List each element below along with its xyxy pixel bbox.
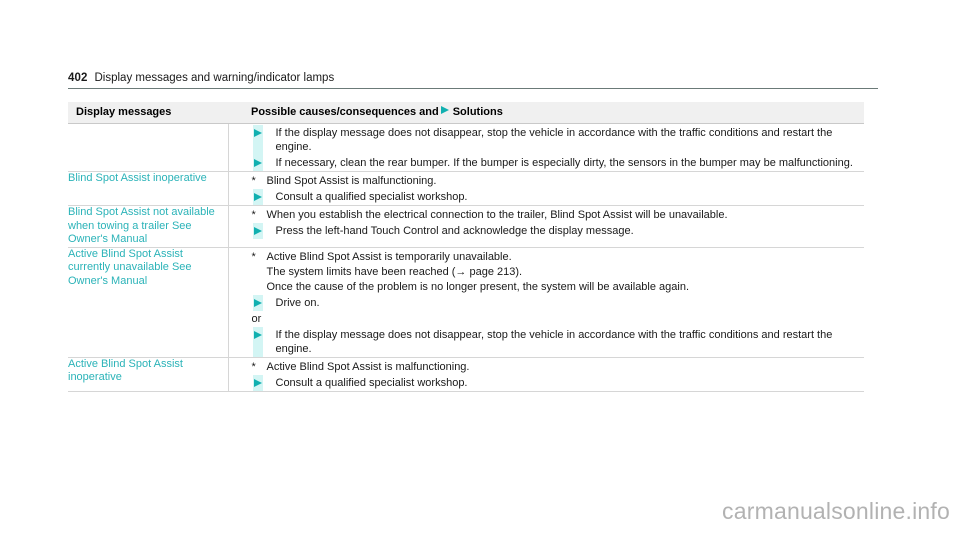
cause-item: * When you establish the electrical conne…	[229, 208, 865, 222]
solution-triangle-icon	[253, 330, 262, 339]
cause-text: Active Blind Spot Assist is temporarily …	[266, 250, 512, 263]
running-head: 402 Display messages and warning/indicato…	[68, 71, 878, 85]
column-header-causes-text: Possible causes/consequences and	[251, 106, 439, 118]
solution-triangle-icon	[253, 159, 262, 167]
causes-solutions-cell: * Active Blind Spot Assist is temporarily…	[228, 247, 865, 358]
solution-text: If the display message does not disappea…	[275, 328, 833, 355]
solution-triangle-icon	[253, 129, 262, 137]
cause-item: * Active Blind Spot Assist is temporarily…	[229, 250, 865, 264]
causes-solutions-cell: * Blind Spot Assist is malfunctioning. Con…	[228, 171, 865, 206]
solution-triangle-icon	[253, 298, 262, 307]
solution-text: Press the left-hand Touch Control and ac…	[275, 225, 634, 237]
consequence-text: Once the cause of the problem is no long…	[266, 280, 690, 293]
cause-item: * Active Blind Spot Assist is malfunction…	[229, 360, 865, 374]
header-rule	[68, 88, 878, 89]
column-header-display-messages: Display messages	[76, 106, 172, 118]
solution-text: If necessary, clean the rear bumper. If …	[275, 157, 853, 169]
display-message-cell	[68, 123, 229, 172]
solution-triangle-icon	[440, 106, 449, 114]
cause-bullet-icon: *	[251, 209, 256, 221]
solution-text: Consult a qualified specialist workshop.	[275, 376, 468, 389]
display-message-text: Blind Spot Assist inoperative	[68, 172, 207, 184]
solution-triangle-icon	[253, 227, 262, 235]
table-row: If the display message does not disappea…	[68, 123, 865, 172]
table-row: Active Blind Spot Assist currently unava…	[68, 247, 865, 358]
solution-text: Drive on.	[275, 296, 320, 309]
cause-text: Active Blind Spot Assist is malfunctioni…	[266, 360, 470, 373]
header-cell-causes: Possible causes/consequences and Solution…	[228, 102, 864, 124]
table-body: Display messages Possible causes/consequ…	[68, 102, 865, 392]
solution-item: If necessary, clean the rear bumper. If …	[229, 155, 865, 171]
page-number: 402	[68, 72, 88, 84]
solution-item: Consult a qualified specialist workshop.	[229, 374, 865, 391]
cause-bullet-icon: *	[251, 175, 256, 187]
consequence-text: The system limits have been reached (→ p…	[266, 265, 523, 278]
table-row: Blind Spot Assist not available when tow…	[68, 205, 865, 248]
solution-item: Drive on.	[229, 294, 865, 311]
cause-bullet-icon: *	[251, 250, 256, 263]
display-messages-table: Display messages Possible causes/consequ…	[68, 102, 864, 392]
display-message-text: Active Blind Spot Assist inoperative	[68, 357, 183, 384]
solution-item: Press the left-hand Touch Control and ac…	[229, 223, 865, 239]
cause-text: When you establish the electrical connec…	[266, 209, 728, 221]
manual-page: 402 Display messages and warning/indicato…	[0, 0, 960, 533]
solution-text: If the display message does not disappea…	[275, 127, 833, 153]
site-watermark: carmanualsonline.info	[722, 498, 950, 524]
cause-bullet-icon: *	[251, 360, 256, 373]
cause-text: Blind Spot Assist is malfunctioning.	[266, 175, 437, 187]
solution-text: Consult a qualified specialist workshop.	[275, 191, 468, 203]
solution-item: If the display message does not disappea…	[229, 326, 865, 357]
causes-solutions-cell: * Active Blind Spot Assist is malfunction…	[228, 357, 865, 392]
causes-solutions-cell: * When you establish the electrical conne…	[228, 205, 865, 248]
column-header-solutions-text: Solutions	[452, 106, 503, 118]
table-row: Active Blind Spot Assist inoperative * Act…	[68, 357, 865, 392]
solution-triangle-icon	[253, 193, 262, 201]
running-head-title: Display messages and warning/indicator l…	[94, 72, 335, 84]
table-header-row: Display messages Possible causes/consequ…	[68, 102, 864, 124]
display-message-text: Active Blind Spot Assist currently unava…	[68, 247, 192, 287]
display-message-cell: Blind Spot Assist inoperative	[68, 171, 229, 206]
table-row: Blind Spot Assist inoperative * Blind Spot…	[68, 171, 865, 206]
solution-item: If the display message does not disappea…	[229, 125, 865, 155]
or-separator-text: or	[251, 312, 262, 325]
display-message-cell: Blind Spot Assist not available when tow…	[68, 205, 229, 248]
header-cell-messages: Display messages	[68, 102, 228, 124]
solution-item: Consult a qualified specialist workshop.	[229, 189, 865, 205]
solution-triangle-icon	[253, 378, 262, 387]
column-header-causes-solutions: Possible causes/consequences and Solution…	[228, 102, 864, 123]
cause-item: * Blind Spot Assist is malfunctioning.	[229, 174, 865, 188]
causes-solutions-cell: If the display message does not disappea…	[228, 123, 865, 172]
display-message-cell: Active Blind Spot Assist inoperative	[68, 357, 229, 392]
display-message-text: Blind Spot Assist not available when tow…	[68, 206, 215, 245]
display-message-cell: Active Blind Spot Assist currently unava…	[68, 247, 229, 358]
